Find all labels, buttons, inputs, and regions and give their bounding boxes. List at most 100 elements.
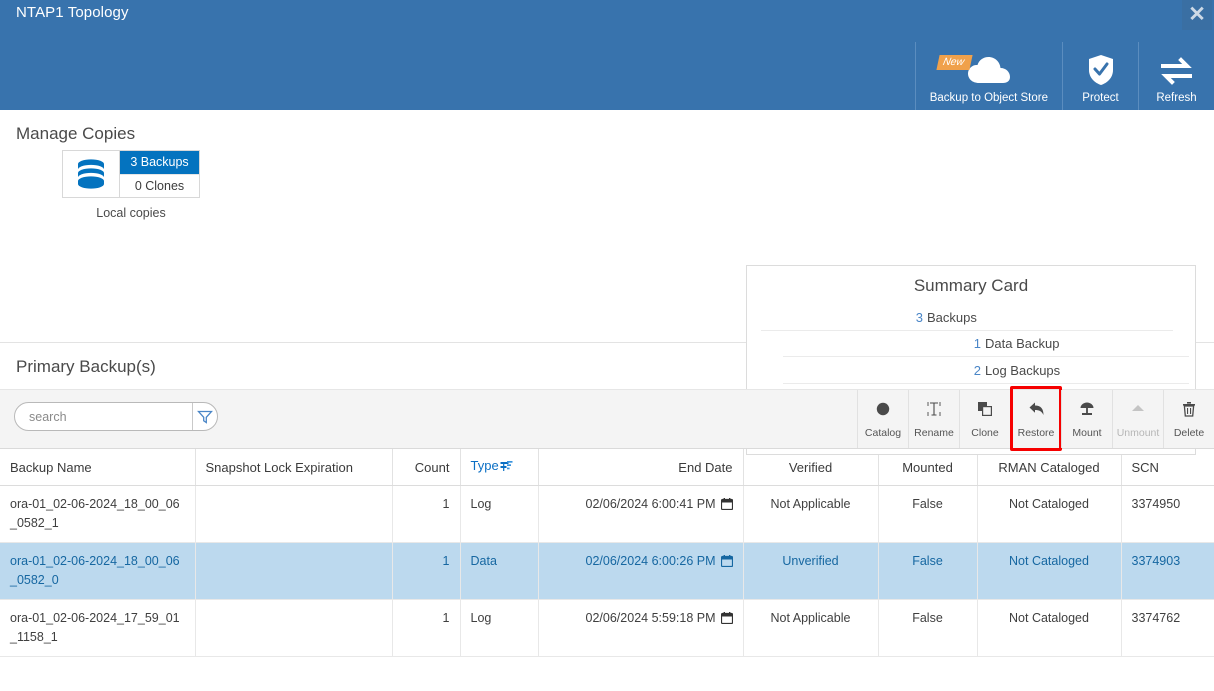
column-header-backup-name[interactable]: Backup Name (0, 449, 195, 486)
page-title: NTAP1 Topology (16, 4, 129, 21)
backups-toolbar: Catalog Rename (0, 389, 1214, 449)
summary-row-count: 3 (747, 310, 927, 325)
summary-row-count: 1 (747, 336, 985, 351)
cell-verified: Not Applicable (743, 486, 878, 543)
column-header-count[interactable]: Count (392, 449, 460, 486)
cell-type: Data (460, 543, 538, 600)
manage-copies-section: Manage Copies 3 Backups 0 Clones (0, 110, 1214, 343)
catalog-button[interactable]: Catalog (857, 390, 908, 448)
topology-banner: NTAP1 Topology ✕ New Backup to Object St… (0, 0, 1214, 110)
cell-end-date-text: 02/06/2024 5:59:18 PM (586, 611, 716, 625)
catalog-dot-icon (874, 400, 892, 423)
cell-end-date: 02/06/2024 6:00:41 PM (538, 486, 743, 543)
cell-mounted: False (878, 600, 977, 657)
summary-row-label: Backups (927, 310, 977, 325)
rename-label: Rename (914, 427, 954, 439)
table-row[interactable]: ora-01_02-06-2024_17_59_01_1158_1 1 Log … (0, 600, 1214, 657)
manage-copies-title: Manage Copies (0, 110, 1214, 144)
table-row[interactable]: ora-01_02-06-2024_18_00_06_0582_1 1 Log … (0, 486, 1214, 543)
new-badge: New (936, 55, 972, 70)
cell-end-date-text: 02/06/2024 6:00:26 PM (586, 554, 716, 568)
refresh-button[interactable]: Refresh (1138, 42, 1214, 110)
backups-count-tab[interactable]: 3 Backups (120, 151, 199, 174)
local-copies-widget: 3 Backups 0 Clones Local copies (62, 150, 200, 220)
sort-filter-icon[interactable] (500, 460, 513, 476)
cell-scn: 3374762 (1121, 600, 1214, 657)
delete-button[interactable]: Delete (1163, 390, 1214, 448)
cell-backup-name: ora-01_02-06-2024_18_00_06_0582_0 (0, 543, 195, 600)
unmount-eject-icon (1129, 400, 1147, 423)
cell-snapshot-lock-expiration (195, 543, 392, 600)
cell-end-date-text: 02/06/2024 6:00:41 PM (586, 497, 716, 511)
clone-button[interactable]: Clone (959, 390, 1010, 448)
clone-copy-icon (976, 400, 994, 423)
cloud-icon (966, 56, 1012, 86)
restore-label: Restore (1018, 427, 1055, 439)
cell-backup-name: ora-01_02-06-2024_17_59_01_1158_1 (0, 600, 195, 657)
cell-backup-name: ora-01_02-06-2024_18_00_06_0582_1 (0, 486, 195, 543)
cell-rman-cataloged: Not Cataloged (977, 486, 1121, 543)
cell-type: Log (460, 600, 538, 657)
backups-table: Backup Name Snapshot Lock Expiration Cou… (0, 449, 1214, 657)
clone-label: Clone (971, 427, 998, 439)
cell-scn: 3374903 (1121, 543, 1214, 600)
column-header-snapshot-lock-expiration[interactable]: Snapshot Lock Expiration (195, 449, 392, 486)
primary-backups-section: Primary Backup(s) Catalog (0, 343, 1214, 657)
protect-label: Protect (1082, 92, 1118, 104)
summary-row-data-backup: 1 Data Backup (747, 331, 1195, 358)
local-copies-caption: Local copies (62, 206, 200, 220)
backup-to-object-store-button[interactable]: New Backup to Object Store (915, 42, 1062, 110)
cell-mounted: False (878, 486, 977, 543)
trash-icon (1180, 400, 1198, 423)
cell-verified: Not Applicable (743, 600, 878, 657)
delete-label: Delete (1174, 427, 1204, 439)
cell-count: 1 (392, 600, 460, 657)
database-icon (63, 151, 120, 197)
cell-snapshot-lock-expiration (195, 600, 392, 657)
refresh-arrows-icon (1160, 56, 1194, 86)
column-header-type[interactable]: Type (460, 449, 538, 486)
funnel-icon[interactable] (192, 403, 217, 430)
calendar-icon[interactable] (721, 499, 733, 513)
summary-row-log-backups: 2 Log Backups (747, 357, 1195, 384)
summary-row-label: Log Backups (985, 363, 1060, 378)
unmount-label: Unmount (1117, 427, 1160, 439)
table-row[interactable]: ora-01_02-06-2024_18_00_06_0582_0 1 Data… (0, 543, 1214, 600)
cell-end-date: 02/06/2024 6:00:26 PM (538, 543, 743, 600)
row-actions: Catalog Rename (857, 390, 1214, 448)
search-box (14, 402, 218, 431)
summary-row-label: Data Backup (985, 336, 1059, 351)
clones-count-tab[interactable]: 0 Clones (120, 174, 199, 198)
calendar-icon[interactable] (721, 613, 733, 627)
refresh-label: Refresh (1156, 92, 1196, 104)
search-input[interactable] (15, 403, 192, 430)
cell-verified: Unverified (743, 543, 878, 600)
column-header-end-date[interactable]: End Date (538, 449, 743, 486)
protect-button[interactable]: Protect (1062, 42, 1138, 110)
cell-type: Log (460, 486, 538, 543)
restore-undo-icon (1026, 400, 1046, 423)
mount-button[interactable]: Mount (1061, 390, 1112, 448)
cell-rman-cataloged: Not Cataloged (977, 543, 1121, 600)
cell-snapshot-lock-expiration (195, 486, 392, 543)
cell-count: 1 (392, 543, 460, 600)
shield-check-icon (1087, 54, 1115, 86)
rename-button[interactable]: Rename (908, 390, 959, 448)
catalog-label: Catalog (865, 427, 901, 439)
restore-button[interactable]: Restore (1010, 390, 1061, 448)
unmount-button[interactable]: Unmount (1112, 390, 1163, 448)
backup-to-object-store-label: Backup to Object Store (930, 92, 1048, 104)
summary-row-backups: 3 Backups (747, 304, 1195, 331)
mount-icon (1078, 400, 1096, 423)
close-button[interactable]: ✕ (1182, 0, 1212, 30)
rename-text-icon (925, 400, 943, 423)
cell-rman-cataloged: Not Cataloged (977, 600, 1121, 657)
cell-end-date: 02/06/2024 5:59:18 PM (538, 600, 743, 657)
cell-count: 1 (392, 486, 460, 543)
cell-mounted: False (878, 543, 977, 600)
banner-action-bar: New Backup to Object Store Protect (915, 42, 1214, 110)
mount-label: Mount (1072, 427, 1101, 439)
column-header-type-label: Type (471, 458, 499, 473)
calendar-icon[interactable] (721, 556, 733, 570)
summary-row-count: 2 (747, 363, 985, 378)
